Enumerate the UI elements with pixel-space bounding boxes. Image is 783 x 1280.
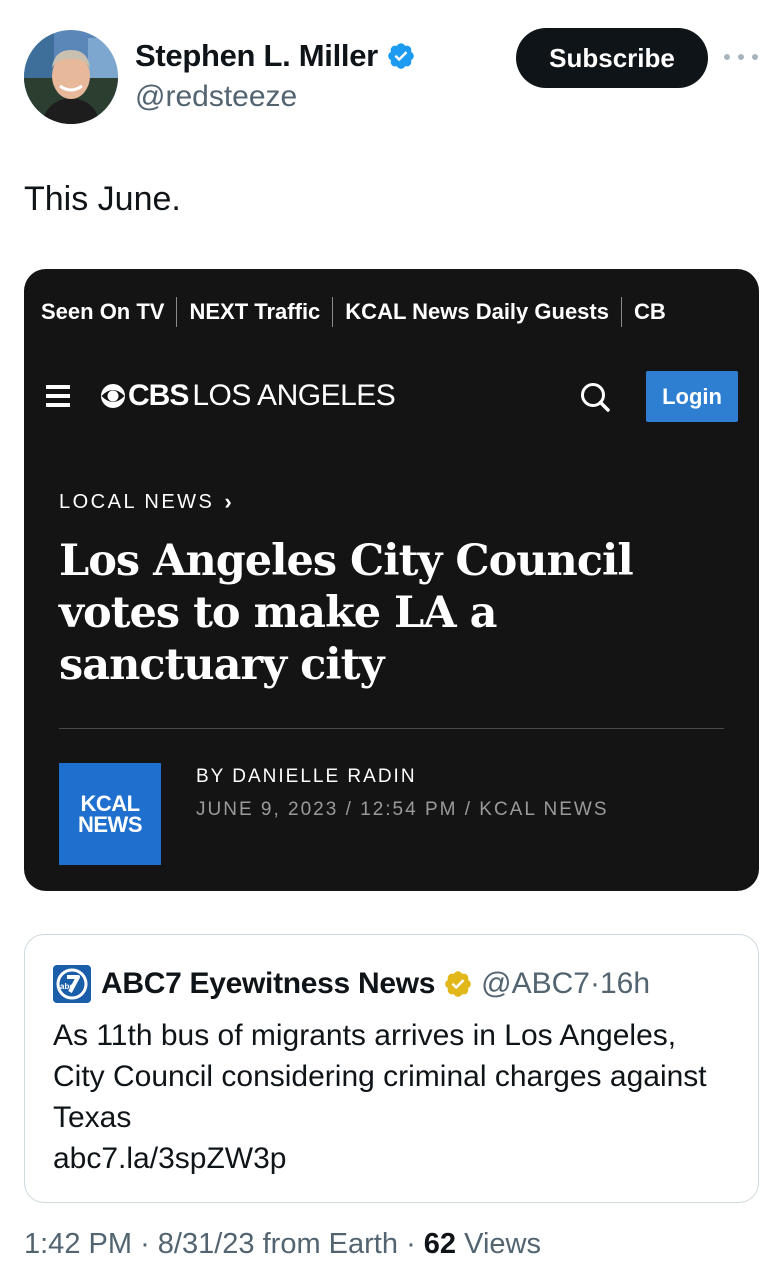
- article-top-nav: Seen On TV NEXT Traffic KCAL News Daily …: [41, 297, 666, 327]
- cbs-los-angeles-logo: CBS LOS ANGELES: [100, 379, 396, 413]
- article-byline: BY DANIELLE RADIN: [196, 766, 417, 787]
- attached-image[interactable]: Seen On TV NEXT Traffic KCAL News Daily …: [24, 269, 759, 891]
- nav-separator: [332, 297, 334, 327]
- nav-item-next-traffic: NEXT Traffic: [189, 299, 321, 324]
- quoted-tweet-text: As 11th bus of migrants arrives in Los A…: [53, 1019, 707, 1134]
- abc7-avatar: abc: [53, 965, 91, 1003]
- kicker-label: LOCAL NEWS: [59, 490, 215, 513]
- article-divider: [59, 728, 724, 729]
- nav-item-daily-guests: KCAL News Daily Guests: [345, 299, 609, 324]
- author-name[interactable]: Stephen L. Miller: [135, 38, 378, 74]
- article-login-button: Login: [646, 371, 738, 422]
- quoted-tweet-header: abc ABC7 Eyewitness News @ABC7 · 16h: [53, 965, 650, 1003]
- menu-icon: [46, 385, 70, 407]
- more-options-icon[interactable]: [724, 42, 758, 72]
- meta-separator: ·: [589, 967, 600, 1000]
- search-icon: [581, 383, 610, 412]
- tweet-footer: 1:42 PM · 8/31/23 from Earth · 62 Views: [24, 1228, 541, 1261]
- article-dateline: JUNE 9, 2023 / 12:54 PM / KCAL NEWS: [196, 799, 609, 820]
- cbs-wordmark: CBS: [128, 379, 189, 412]
- nav-separator: [620, 297, 622, 327]
- tweet-source: from Earth: [262, 1228, 398, 1260]
- subscribe-button[interactable]: Subscribe: [516, 28, 708, 88]
- nav-item-truncated: CB: [633, 299, 666, 324]
- tweet-time[interactable]: 1:42 PM: [24, 1228, 132, 1260]
- svg-text:abc: abc: [60, 982, 74, 991]
- nav-separator: [176, 297, 178, 327]
- article-kicker: LOCAL NEWS ›: [59, 489, 232, 515]
- verified-badge-icon: [388, 43, 414, 69]
- quoted-author-name: ABC7 Eyewitness News: [101, 967, 436, 1000]
- cbs-eye-icon: [101, 384, 125, 408]
- tweet-date[interactable]: 8/31/23: [158, 1228, 255, 1260]
- los-angeles-wordmark: LOS ANGELES: [192, 379, 396, 412]
- chevron-right-icon: ›: [224, 489, 232, 514]
- views-label: Views: [464, 1228, 541, 1260]
- author-avatar[interactable]: [24, 30, 118, 124]
- views-count: 62: [423, 1228, 457, 1260]
- quoted-tweet-age: 16h: [599, 967, 651, 1000]
- tweet-text: This June.: [24, 180, 181, 218]
- author-handle[interactable]: @redsteeze: [135, 80, 297, 114]
- kcal-news-logo: KCAL NEWS: [59, 763, 161, 865]
- quoted-tweet-body: As 11th bus of migrants arrives in Los A…: [53, 1015, 733, 1179]
- nav-item-seen-on-tv: Seen On TV: [41, 299, 165, 324]
- footer-separator: ·: [140, 1228, 150, 1260]
- gold-verified-badge-icon: [445, 971, 471, 997]
- quoted-author-handle: @ABC7: [481, 967, 590, 1000]
- footer-separator: ·: [406, 1228, 416, 1260]
- quoted-tweet[interactable]: abc ABC7 Eyewitness News @ABC7 · 16h As …: [24, 934, 759, 1203]
- article-headline: Los Angeles City Council votes to make L…: [59, 536, 634, 690]
- quoted-tweet-link[interactable]: abc7.la/3spZW3p: [53, 1138, 733, 1179]
